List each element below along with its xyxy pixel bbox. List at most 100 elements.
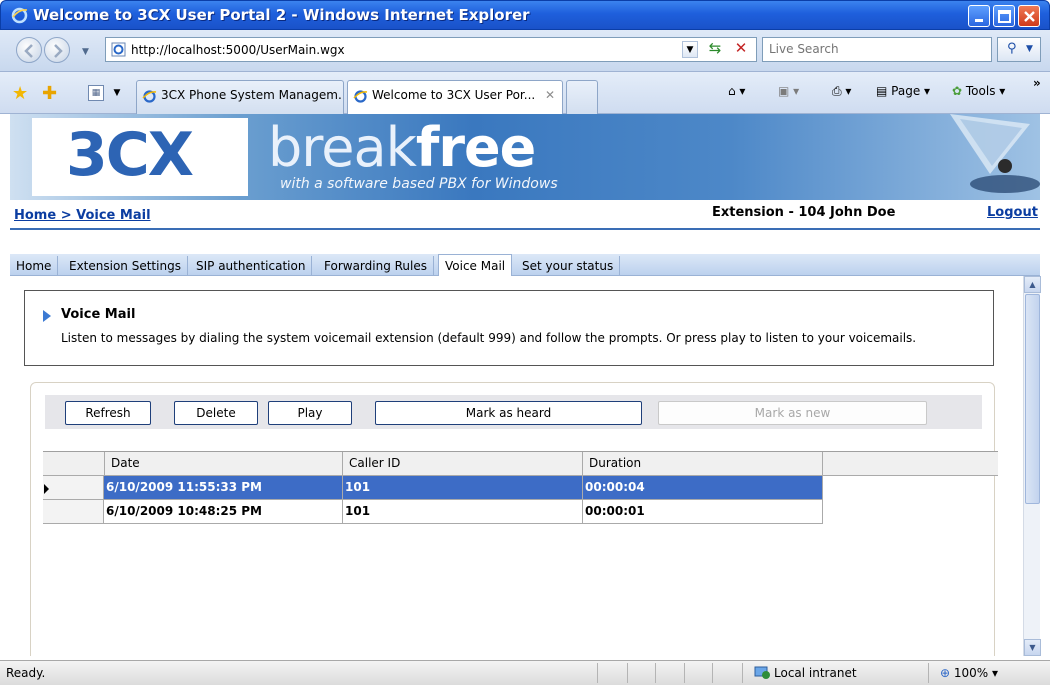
grid-header: Date Caller ID Duration [43,452,998,476]
close-window-button[interactable] [1018,5,1040,27]
ie-page-icon [353,90,368,103]
delete-button[interactable]: Delete [174,401,258,425]
status-bar: Ready. Local intranet ⊕ 100% ▾ [0,660,1050,685]
ie-page-icon [142,90,157,103]
cell-caller-id[interactable]: 101 [343,476,583,500]
status-divider [742,663,743,683]
search-button[interactable]: ⚲ ▼ [997,37,1041,62]
url-dropdown[interactable]: ▼ [682,41,698,58]
back-icon [24,44,33,58]
address-bar: ▼ http://localhost:5000/UserMain.wgx ▼ ⇆… [0,30,1050,72]
cell-duration[interactable]: 00:00:01 [583,500,823,524]
tab-home[interactable]: Home [10,256,59,276]
browser-tab-management[interactable]: 3CX Phone System Managem... [136,80,344,114]
recent-pages-dropdown[interactable]: ▼ [82,47,89,57]
voicemail-grid: Date Caller ID Duration 6/10/2009 11:55:… [43,451,998,524]
cell-caller-id[interactable]: 101 [343,500,583,524]
mark-as-heard-button[interactable]: Mark as heard [375,401,642,425]
back-button[interactable] [16,37,42,63]
zoom-level[interactable]: ⊕ 100% ▾ [940,666,998,680]
status-divider [712,663,713,683]
tab-sip-authentication[interactable]: SIP authentication [190,256,313,276]
page-tabs: Home Extension Settings SIP authenticati… [10,254,1040,277]
forward-button[interactable] [44,37,70,63]
windsurfer-image [950,114,1040,193]
column-header-duration[interactable]: Duration [583,452,823,476]
breadcrumb[interactable]: Home > Voice Mail [14,208,151,223]
stop-icon[interactable]: ✕ [731,39,751,60]
arrow-right-icon [43,310,51,322]
cell-date[interactable]: 6/10/2009 11:55:33 PM [104,476,343,500]
column-header-caller-id[interactable]: Caller ID [343,452,583,476]
url-text[interactable]: http://localhost:5000/UserMain.wgx [131,43,345,57]
tabs-bar: ★ ✚ ▦ ▼ 3CX Phone System Managem... Welc… [0,72,1050,114]
feeds-icon[interactable]: ▣ ▾ [778,84,799,98]
vertical-scrollbar[interactable]: ▲ ▼ [1023,276,1041,656]
security-zone-label: Local intranet [774,666,857,680]
tab-label: Forwarding Rules [324,259,428,273]
tab-forwarding-rules[interactable]: Forwarding Rules [318,256,435,276]
section-description: Listen to messages by dialing the system… [61,331,917,345]
column-header-date[interactable]: Date [105,452,343,476]
tab-extension-settings[interactable]: Extension Settings [63,256,188,276]
zoom-icon: ⊕ [940,666,951,680]
scroll-down-icon[interactable]: ▼ [1024,639,1041,656]
search-options-dropdown[interactable]: ▼ [1026,44,1033,54]
search-icon: ⚲ [1007,41,1017,56]
maximize-button[interactable] [993,5,1015,27]
close-icon [1024,11,1035,22]
print-icon[interactable]: ⎙ ▾ [832,84,851,99]
header-divider [10,228,1040,230]
new-tab-button[interactable] [566,80,598,114]
voicemail-info-box: Voice Mail Listen to messages by dialing… [24,290,994,366]
voicemail-toolbar: Refresh Delete Play Mark as heard Mark a… [45,395,982,429]
refresh-button[interactable]: Refresh [65,401,151,425]
quick-tabs-icon[interactable]: ▦ [88,85,104,101]
page-menu-label: Page [891,84,921,98]
tools-menu[interactable]: ✿ Tools ▾ [952,84,1005,98]
window-title: Welcome to 3CX User Portal 2 - Windows I… [33,6,530,24]
status-divider [627,663,628,683]
logout-link[interactable]: Logout [987,205,1038,220]
voicemail-panel: Refresh Delete Play Mark as heard Mark a… [30,382,998,656]
ie-page-icon [111,42,126,57]
tools-icon: ✿ [952,84,963,98]
tab-set-your-status[interactable]: Set your status [516,256,621,276]
row-selector[interactable] [43,500,104,524]
browser-tab-label: Welcome to 3CX User Por... [372,88,536,102]
status-divider [684,663,685,683]
minimize-button[interactable] [968,5,990,27]
voicemail-page: Voice Mail Listen to messages by dialing… [10,276,1023,656]
browser-tab-user-portal[interactable]: Welcome to 3CX User Por... ✕ [347,80,563,114]
page-menu[interactable]: ▤ Page ▾ [876,84,930,98]
zoom-value: 100% [953,666,989,680]
play-button[interactable]: Play [268,401,352,425]
tab-voice-mail[interactable]: Voice Mail [438,254,513,277]
close-tab-icon[interactable]: ✕ [545,88,555,102]
current-row-icon [44,484,49,494]
url-box[interactable]: http://localhost:5000/UserMain.wgx ▼ ⇆ ✕ [105,37,757,62]
search-box[interactable] [762,37,992,62]
scroll-thumb[interactable] [1025,294,1040,504]
scroll-up-icon[interactable]: ▲ [1024,276,1041,293]
cell-duration[interactable]: 00:00:04 [583,476,823,500]
tab-label: Home [16,259,52,273]
tab-list-dropdown[interactable]: ▼ [109,85,125,101]
home-icon[interactable]: ⌂ ▾ [728,84,745,98]
maximize-icon [998,10,1011,23]
browser-tab-label: 3CX Phone System Managem... [161,88,344,102]
status-divider [597,663,598,683]
page-icon: ▤ [876,84,888,98]
chevron-more-icon[interactable]: » [1033,76,1041,90]
title-bar: Welcome to 3CX User Portal 2 - Windows I… [0,0,1050,30]
refresh-icon[interactable]: ⇆ [704,39,726,60]
row-header-corner [43,452,105,476]
tab-label: Voice Mail [445,259,506,273]
cell-date[interactable]: 6/10/2009 10:48:25 PM [104,500,343,524]
user-info: Extension - 104 John Doe [712,205,896,220]
add-favorites-icon[interactable]: ✚ [42,83,57,104]
favorites-star-icon[interactable]: ★ [12,83,28,104]
mark-as-new-button[interactable]: Mark as new [658,401,927,425]
search-input[interactable] [769,42,989,56]
row-selector[interactable] [43,476,104,500]
